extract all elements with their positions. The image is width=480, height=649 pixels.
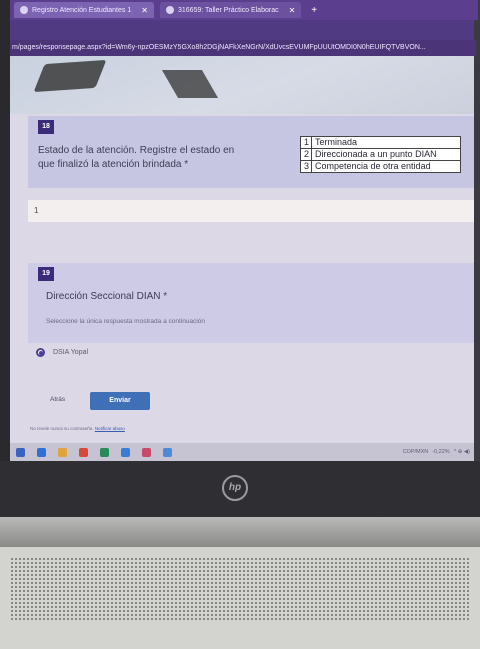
option-dsia-yopal[interactable]: DSIA Yopal	[36, 348, 88, 357]
windows-taskbar: COP/MXN -0,22% ^ ⊕ ◀)	[10, 443, 474, 461]
system-tray: COP/MXN -0,22% ^ ⊕ ◀)	[403, 449, 474, 455]
start-icon[interactable]	[16, 447, 25, 457]
back-button[interactable]: Atrás	[50, 396, 65, 403]
form-header-image	[10, 56, 474, 114]
tab-label: Registro Atención Estudiantes 1	[32, 6, 132, 14]
address-bar[interactable]: m/pages/responsepage.aspx?id=Wm6y-npzOES…	[10, 40, 476, 56]
answer-value: 1	[34, 206, 39, 215]
question-18-text: Estado de la atención. Registre el estad…	[38, 145, 235, 170]
question-number-badge: 18	[38, 120, 54, 134]
header-decoration	[33, 59, 107, 93]
option-label: DSIA Yopal	[53, 349, 89, 356]
table-cell-label: Direccionada a un punto DIAN	[311, 148, 461, 161]
table-row: 2 Direccionada a un punto DIAN	[300, 148, 461, 161]
folder-icon[interactable]	[58, 447, 67, 457]
question-18-answer-input[interactable]: 1	[28, 200, 474, 222]
excel-icon[interactable]	[100, 447, 109, 457]
status-reference-table: 1 Terminada 2 Direccionada a un punto DI…	[300, 136, 461, 173]
forms-icon	[20, 6, 28, 14]
edge-icon[interactable]	[37, 447, 46, 457]
table-cell-label: Competencia de otra entidad	[311, 160, 461, 173]
hp-logo: hp	[222, 475, 248, 501]
speaker-grille	[10, 557, 470, 621]
table-cell-label: Terminada	[311, 136, 461, 149]
table-cell-number: 3	[300, 160, 312, 173]
question-19-card: 19 Dirección Seccional DIAN * Seleccione…	[28, 263, 474, 343]
radio-selected-icon[interactable]	[36, 348, 45, 357]
tray-icons[interactable]: ^ ⊕ ◀)	[454, 449, 470, 455]
site-icon	[165, 6, 174, 14]
password-note-text: No revele nunca su contraseña.	[30, 426, 94, 431]
header-decoration	[161, 70, 219, 98]
question-19-text: Dirección Seccional DIAN *	[46, 291, 168, 302]
tab-registro-atencion[interactable]: Registro Atención Estudiantes 1 ✕	[14, 2, 154, 18]
ticker-name: COP/MXN	[402, 449, 429, 455]
question-19-subtext: Seleccione la única respuesta mostrada a…	[46, 318, 205, 325]
laptop-hinge	[0, 517, 480, 547]
close-tab-icon[interactable]: ✕	[141, 6, 148, 15]
chrome-icon[interactable]	[79, 447, 88, 457]
form-page: 18 Estado de la atención. Registre el es…	[10, 56, 474, 460]
tab-taller-practico[interactable]: 316659: Taller Práctico Elaborac ✕	[159, 2, 302, 18]
screen-bezel-right	[474, 0, 480, 470]
tab-label: 316659: Taller Práctico Elaborac	[177, 6, 279, 14]
question-18-card: 18 Estado de la atención. Registre el es…	[28, 116, 474, 188]
app-icon[interactable]	[142, 447, 151, 457]
browser-tab-bar: Registro Atención Estudiantes 1 ✕ 316659…	[10, 0, 478, 20]
table-row: 1 Terminada	[300, 136, 461, 149]
new-tab-button[interactable]: +	[311, 5, 317, 16]
browser-toolbar	[10, 20, 474, 40]
question-number-badge: 19	[38, 267, 54, 281]
report-abuse-link[interactable]: Notificar abuso	[95, 426, 125, 431]
password-note: No revele nunca su contraseña. Notificar…	[30, 426, 125, 431]
submit-button[interactable]: Enviar	[90, 392, 150, 410]
ticker-change: -0,22%	[432, 449, 450, 455]
table-row: 3 Competencia de otra entidad	[300, 160, 461, 173]
table-cell-number: 2	[300, 148, 312, 161]
table-cell-number: 1	[300, 136, 312, 149]
photo-of-laptop-screen: Registro Atención Estudiantes 1 ✕ 316659…	[0, 0, 480, 649]
close-tab-icon[interactable]: ✕	[289, 6, 296, 15]
store-icon[interactable]	[163, 447, 172, 457]
word-icon[interactable]	[121, 447, 130, 457]
